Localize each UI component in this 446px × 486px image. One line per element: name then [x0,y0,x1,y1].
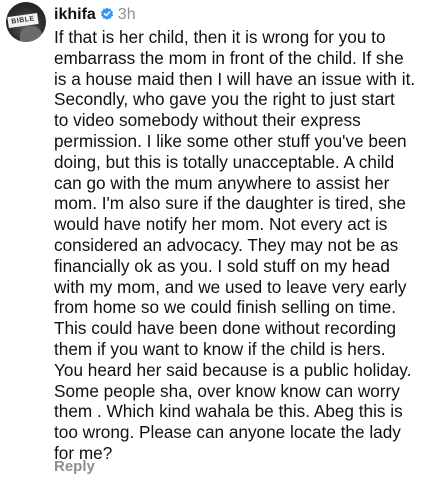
comment-line: can go with the mum anywhere to assist h… [54,172,390,193]
comment-line: considered an advocacy. They may not be … [54,234,399,255]
comment-line: too wrong. Please can anyone locate the … [54,422,401,443]
comment-line: You heard her said because is a public h… [54,359,412,380]
comment-header: ikhifa 3h [54,5,136,24]
comment-line: financially ok as you. I sold stuff on m… [54,255,390,276]
comment-line: embarrass the mom in front of the child.… [54,47,404,68]
verified-badge-icon [100,7,114,21]
comment-line: them . Which kind wahala be this. Abeg t… [54,401,403,422]
comment-line: is a house maid then I will have an issu… [54,68,416,89]
comment-line: Some people sha, over know know can worr… [54,380,400,401]
comment-line: This could have been done without record… [54,318,397,339]
comment-line: mom. I'm also sure if the daughter is ti… [54,193,406,214]
comment-time: 3h [117,6,136,23]
comment-line: them if you want to know if the child is… [54,338,386,359]
comment-line: Secondly, who gave you the right to just… [54,89,395,110]
comment-line: to video somebody without their express [54,110,361,131]
comment-line: If that is her child, then it is wrong f… [54,27,386,47]
reply-button[interactable]: Reply [54,458,95,475]
comment-line: from home so we could finish selling on … [54,297,396,318]
comment-line: with my mom, and we used to leave very e… [54,276,407,297]
avatar-figure [20,26,42,42]
username[interactable]: ikhifa [54,6,96,23]
comment-line: permission. I like some other stuff you'… [54,130,407,151]
comment-line: would have notify her mom. Not every act… [54,214,388,235]
comment-text: If that is her child, then it is wrong f… [54,27,442,464]
avatar[interactable]: BIBLE [6,2,46,42]
comment-line: doing, but this is totally unacceptable.… [54,151,395,172]
comment-line: for me? [54,442,113,463]
